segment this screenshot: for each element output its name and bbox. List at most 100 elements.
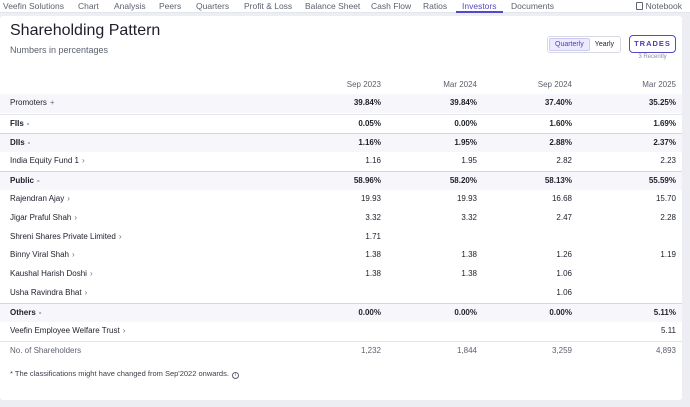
row-diis[interactable]: DIIs - 1.16% 1.95% 2.88% 2.37%	[0, 133, 682, 152]
chevron-right-icon[interactable]: ›	[90, 269, 93, 278]
row-label[interactable]: DIIs -	[10, 134, 30, 152]
row-label[interactable]: Veefin Employee Welfare Trust ›	[10, 322, 125, 340]
row-label[interactable]: FIIs -	[10, 115, 29, 133]
table-cell: 15.70	[655, 194, 676, 203]
row-label-text: Veefin Employee Welfare Trust	[10, 326, 120, 335]
notebook-label: Notebook	[645, 1, 682, 11]
row-others[interactable]: Others - 0.00% 0.00% 0.00% 5.11%	[0, 303, 682, 322]
table-cell: 39.84%	[449, 98, 477, 107]
info-icon[interactable]: i	[231, 372, 239, 379]
row-label[interactable]: Promoters +	[10, 94, 55, 112]
table-cell: 1.06	[556, 288, 572, 297]
table-cell: 16.68	[551, 194, 572, 203]
tab-analysis[interactable]: Analysis	[114, 0, 146, 13]
collapse-icon[interactable]: -	[37, 176, 40, 185]
table-cell: 2.47	[556, 213, 572, 222]
chevron-right-icon[interactable]: ›	[67, 194, 70, 203]
row-label[interactable]: Usha Ravindra Bhat ›	[10, 284, 87, 302]
table-cell: 0.00%	[549, 308, 572, 317]
quarterly-toggle-button[interactable]: Quarterly	[549, 38, 590, 51]
tab-ratios[interactable]: Ratios	[423, 0, 447, 13]
table-cell: 0.05%	[358, 119, 381, 128]
row-label-text: Rajendran Ajay	[10, 194, 65, 203]
expand-icon[interactable]: +	[50, 98, 55, 107]
tab-peers[interactable]: Peers	[159, 0, 181, 13]
table-cell: 1.38	[365, 250, 381, 259]
row-label[interactable]: Jigar Praful Shah ›	[10, 209, 77, 227]
yearly-toggle-button[interactable]: Yearly	[590, 38, 619, 51]
collapse-icon[interactable]: -	[27, 119, 30, 128]
row-no-of-shareholders: No. of Shareholders 1,232 1,844 3,259 4,893	[0, 341, 682, 360]
table-cell: 0.00%	[454, 119, 477, 128]
row-label[interactable]: Shreni Shares Private Limited ›	[10, 228, 122, 246]
row-label[interactable]: Kaushal Harish Doshi ›	[10, 265, 93, 283]
column-header: Sep 2024	[537, 80, 572, 89]
chevron-right-icon[interactable]: ›	[119, 232, 122, 241]
row-shreni-shares: Shreni Shares Private Limited › 1.71	[0, 228, 682, 247]
row-kaushal-harish-doshi: Kaushal Harish Doshi › 1.38 1.38 1.06	[0, 265, 682, 284]
row-label[interactable]: Rajendran Ajay ›	[10, 190, 70, 208]
row-label-text: India Equity Fund 1	[10, 156, 79, 165]
row-label-text: Others	[10, 308, 36, 317]
table-cell: 58.13%	[544, 176, 572, 185]
column-header: Sep 2023	[346, 80, 381, 89]
table-cell: 1,232	[360, 346, 381, 355]
tab-profit-loss[interactable]: Profit & Loss	[244, 0, 292, 13]
row-label-text: Binny Viral Shah	[10, 250, 69, 259]
table-cell: 4,893	[655, 346, 676, 355]
table-cell: 0.00%	[358, 308, 381, 317]
row-label[interactable]: India Equity Fund 1 ›	[10, 152, 85, 170]
row-label: No. of Shareholders	[10, 342, 81, 360]
table-cell: 1.16%	[358, 138, 381, 147]
tab-balance-sheet[interactable]: Balance Sheet	[305, 0, 360, 13]
chevron-right-icon[interactable]: ›	[85, 288, 88, 297]
table-cell: 35.25%	[648, 98, 676, 107]
row-label-text: FIIs	[10, 119, 24, 128]
table-cell: 1.71	[365, 232, 381, 241]
row-label-text: Public	[10, 176, 35, 185]
table-cell: 1.69%	[653, 119, 676, 128]
row-fiis[interactable]: FIIs - 0.05% 0.00% 1.60% 1.69%	[0, 114, 682, 133]
table-cell: 55.59%	[648, 176, 676, 185]
row-veefin-employee-welfare-trust: Veefin Employee Welfare Trust › 5.11	[0, 322, 682, 341]
table-cell: 1.19	[660, 250, 676, 259]
table-cell: 1.38	[365, 269, 381, 278]
trades-button[interactable]: TRADES	[629, 35, 676, 53]
collapse-icon[interactable]: -	[28, 138, 31, 147]
tab-veefin-solutions[interactable]: Veefin Solutions	[3, 0, 64, 13]
table-cell: 39.84%	[353, 98, 381, 107]
table-cell: 2.23	[660, 156, 676, 165]
row-public[interactable]: Public - 58.96% 58.20% 58.13% 55.59%	[0, 171, 682, 190]
row-label-text: Jigar Praful Shah	[10, 213, 72, 222]
row-rajendran-ajay: Rajendran Ajay › 19.93 19.93 16.68 15.70	[0, 190, 682, 209]
row-usha-ravindra-bhat: Usha Ravindra Bhat › 1.06	[0, 284, 682, 303]
row-label-text: Shreni Shares Private Limited	[10, 232, 116, 241]
tab-chart[interactable]: Chart	[78, 0, 99, 13]
chevron-right-icon[interactable]: ›	[82, 156, 85, 165]
row-label[interactable]: Others -	[10, 304, 41, 322]
table-cell: 37.40%	[544, 98, 572, 107]
row-label[interactable]: Public -	[10, 172, 40, 190]
collapse-icon[interactable]: -	[39, 308, 42, 317]
page-title: Shareholding Pattern	[10, 22, 161, 39]
table-cell: 1.95	[461, 156, 477, 165]
chevron-right-icon[interactable]: ›	[72, 250, 75, 259]
table-cell: 2.37%	[653, 138, 676, 147]
table-cell: 2.88%	[549, 138, 572, 147]
tab-investors[interactable]: Investors	[456, 0, 503, 13]
tab-quarters[interactable]: Quarters	[196, 0, 229, 13]
notebook-link[interactable]: Notebook	[635, 0, 682, 13]
row-label[interactable]: Binny Viral Shah ›	[10, 246, 75, 264]
table-cell: 58.20%	[449, 176, 477, 185]
table-cell: 3.32	[461, 213, 477, 222]
row-jigar-praful-shah: Jigar Praful Shah › 3.32 3.32 2.47 2.28	[0, 209, 682, 228]
chevron-right-icon[interactable]: ›	[74, 213, 77, 222]
notebook-icon	[635, 2, 643, 10]
tab-documents[interactable]: Documents	[511, 0, 554, 13]
row-promoters[interactable]: Promoters + 39.84% 39.84% 37.40% 35.25%	[0, 94, 682, 113]
row-label-text: Usha Ravindra Bhat	[10, 288, 82, 297]
chevron-right-icon[interactable]: ›	[123, 326, 126, 335]
footnote-text: * The classifications might have changed…	[10, 369, 229, 378]
tab-cash-flow[interactable]: Cash Flow	[371, 0, 411, 13]
row-label-text: No. of Shareholders	[10, 346, 82, 355]
